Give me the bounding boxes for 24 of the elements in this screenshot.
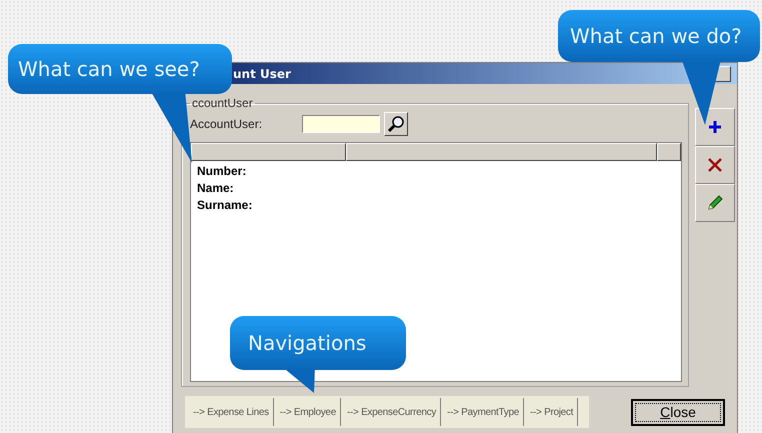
search-icon	[387, 115, 405, 133]
pencil-icon	[706, 194, 724, 212]
callout: What can we do?	[558, 10, 760, 62]
navigation-link[interactable]: --> PaymentType	[441, 398, 524, 426]
delete-button[interactable]	[695, 146, 735, 184]
callout: What can we see?	[8, 44, 232, 94]
search-button[interactable]	[384, 112, 408, 136]
navigation-link[interactable]: --> Employee	[274, 398, 341, 426]
close-button[interactable]: Close	[631, 398, 725, 426]
plus-icon	[708, 120, 722, 134]
window-title: unt User	[233, 66, 291, 80]
navigation-link[interactable]: --> Project	[524, 398, 578, 426]
field-label: AccountUser:	[190, 117, 264, 131]
navigation-link[interactable]: --> ExpenseCurrency	[340, 398, 442, 426]
callout: Navigations	[230, 316, 406, 370]
detail-label: Number:	[197, 163, 248, 180]
detail-label: Name:	[197, 180, 235, 197]
close-icon	[707, 157, 723, 173]
account-user-field[interactable]	[302, 115, 380, 133]
group-label: ccountUser	[191, 96, 254, 110]
add-button[interactable]	[695, 108, 735, 146]
edit-button[interactable]	[695, 184, 735, 222]
navigation-link[interactable]: --> Expense Lines	[187, 398, 274, 426]
detail-label: Surname:	[197, 197, 254, 214]
